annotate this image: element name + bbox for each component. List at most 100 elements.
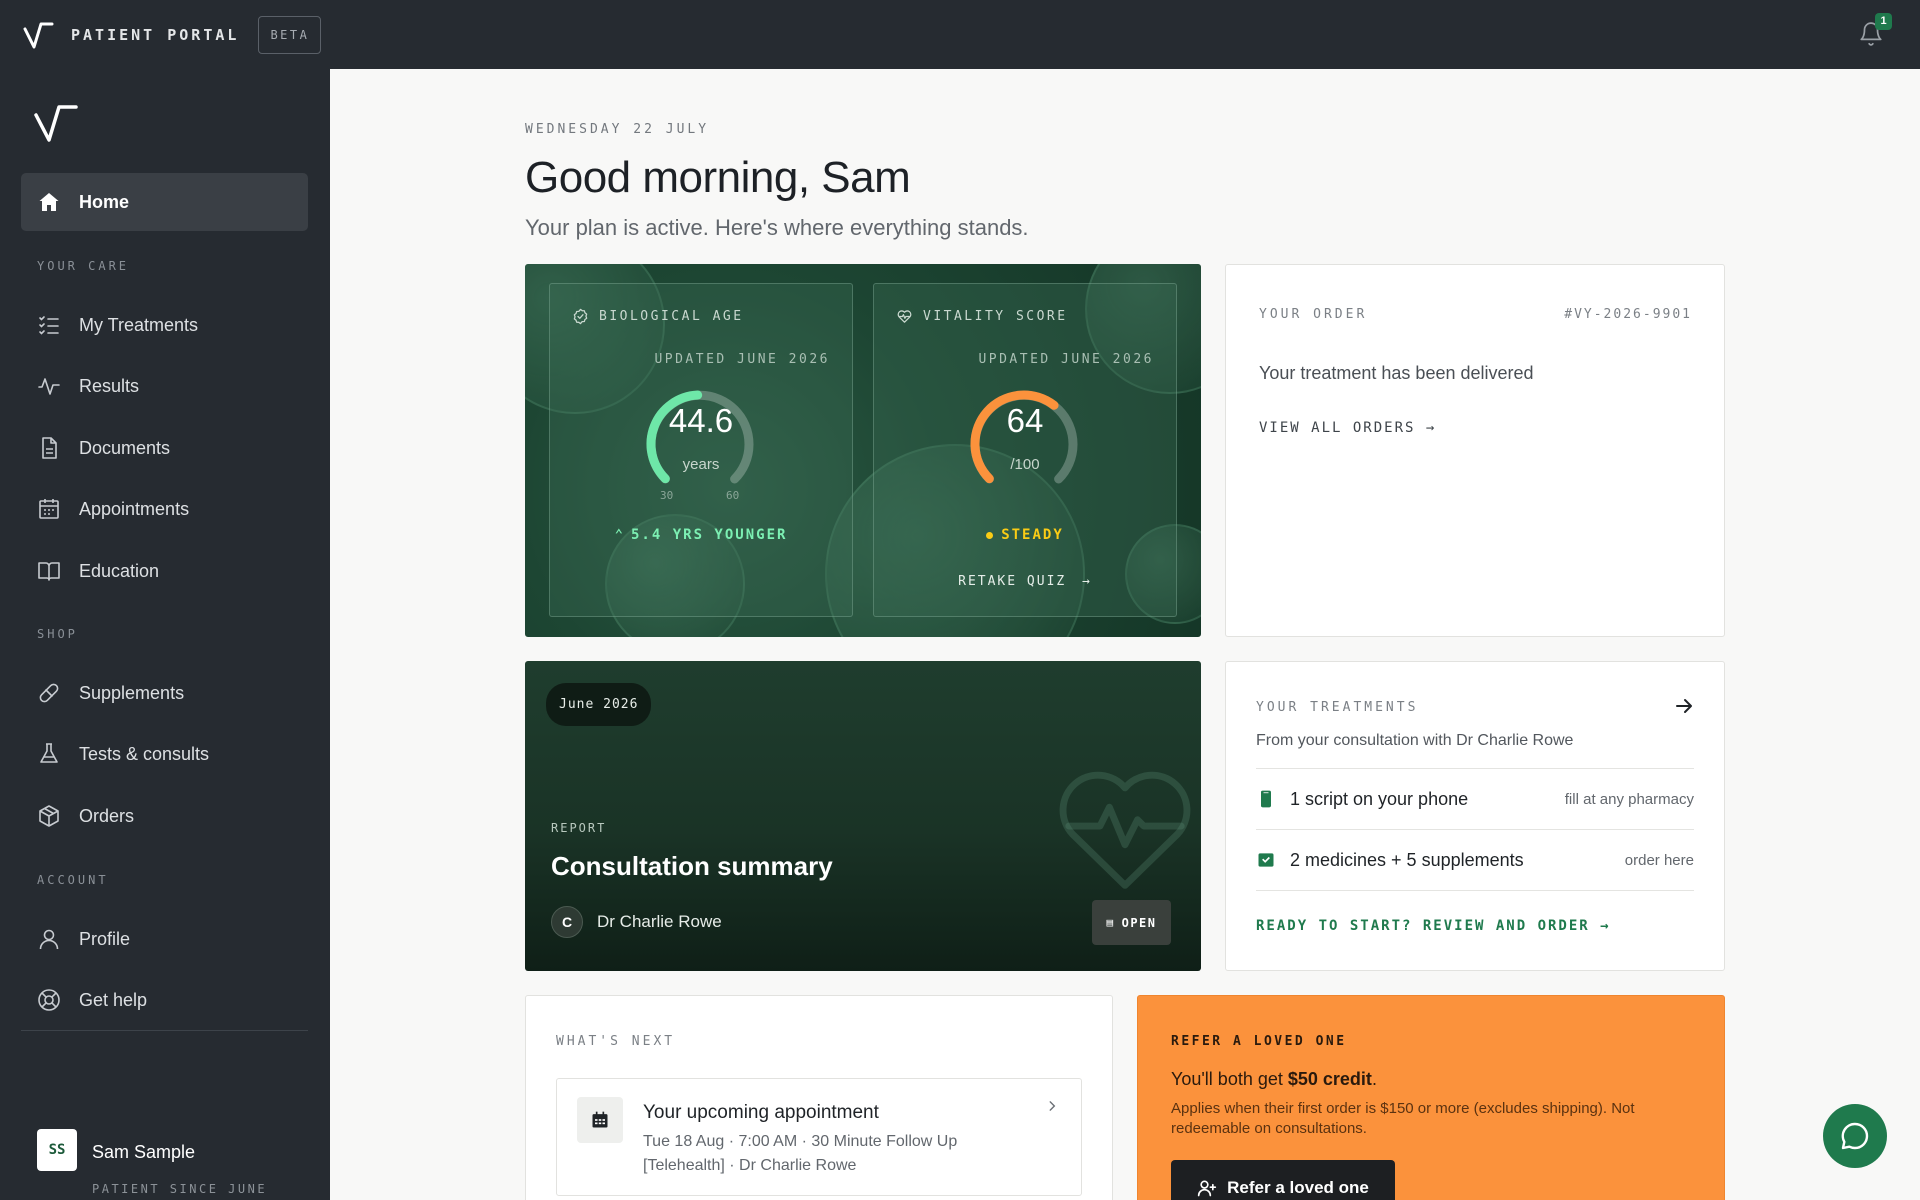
review-and-order-label: READY TO START? REVIEW AND ORDER bbox=[1256, 918, 1590, 934]
biological-age-label: BIOLOGICAL AGE bbox=[572, 308, 744, 325]
upcoming-appointment-item[interactable]: Your upcoming appointment Tue 18 Aug · 7… bbox=[556, 1078, 1082, 1196]
sidebar-item-supplements[interactable]: Supplements bbox=[21, 664, 308, 722]
chevron-right-icon bbox=[1049, 1101, 1056, 1111]
notifications-button[interactable]: 1 bbox=[1858, 13, 1892, 48]
arrow-right-icon: → bbox=[1600, 918, 1611, 934]
main-content: WEDNESDAY 22 JULY Good morning, Sam Your… bbox=[330, 69, 1920, 1200]
retake-quiz-link[interactable]: RETAKE QUIZ → bbox=[874, 574, 1176, 589]
treatment-row[interactable]: 1 script on your phone fill at any pharm… bbox=[1256, 769, 1694, 829]
user-profile-summary[interactable]: SS Sam Sample PATIENT SINCE JUNE 2026 bbox=[37, 1069, 307, 1196]
refer-offer: You'll both get $50 credit. bbox=[1171, 1069, 1377, 1090]
open-button-label: OPEN bbox=[1121, 915, 1157, 930]
whats-next-card: WHAT'S NEXT Your upcoming appointment Tu… bbox=[525, 995, 1113, 1200]
sidebar-item-label: Education bbox=[79, 560, 160, 581]
review-and-order-link[interactable]: READY TO START? REVIEW AND ORDER → bbox=[1256, 918, 1611, 934]
phone-icon bbox=[1261, 790, 1271, 808]
sidebar-item-label: Profile bbox=[79, 928, 131, 949]
sidebar-item-label: Appointments bbox=[79, 498, 190, 519]
sidebar-item-get-help[interactable]: Get help bbox=[21, 971, 308, 1029]
gauge-min-label: 30 bbox=[660, 489, 674, 502]
treatment-row[interactable]: 2 medicines + 5 supplements order here bbox=[1256, 830, 1694, 890]
page-title: Good morning, Sam bbox=[525, 153, 911, 202]
sidebar-item-documents[interactable]: Documents bbox=[21, 419, 308, 477]
updated-date: UPDATED JUNE 2026 bbox=[654, 352, 830, 367]
doctor-name: Dr Charlie Rowe bbox=[597, 912, 722, 931]
sidebar-item-label: Supplements bbox=[79, 682, 185, 703]
biological-age-panel[interactable]: BIOLOGICAL AGE UPDATED JUNE 2026 44.6 ye… bbox=[549, 283, 853, 617]
activity-icon bbox=[38, 378, 60, 395]
lifebuoy-icon bbox=[38, 989, 60, 1011]
sidebar-item-results[interactable]: Results bbox=[21, 357, 308, 415]
patient-since: PATIENT SINCE JUNE 2026 bbox=[92, 1182, 268, 1196]
sidebar-item-my-treatments[interactable]: My Treatments bbox=[21, 296, 308, 354]
section-heading-account: ACCOUNT bbox=[37, 873, 109, 887]
vitality-score-panel[interactable]: VITALITY SCORE UPDATED JUNE 2026 64 /100… bbox=[873, 283, 1177, 617]
sidebar-item-label: Results bbox=[79, 375, 140, 396]
doctor-avatar: C bbox=[551, 906, 583, 938]
your-order-card: YOUR ORDER #VY-2026-9901 Your treatment … bbox=[1225, 264, 1725, 637]
sidebar-logo-icon[interactable] bbox=[33, 102, 79, 144]
treatment-label: 1 script on your phone bbox=[1290, 788, 1469, 809]
calendar-icon bbox=[39, 499, 59, 519]
sidebar: Home YOUR CARE My Treatments Results Doc… bbox=[0, 69, 330, 1200]
section-heading-your-care: YOUR CARE bbox=[37, 259, 130, 273]
user-icon bbox=[39, 929, 59, 950]
chat-bubble-icon bbox=[1841, 1122, 1869, 1150]
sidebar-item-label: Tests & consults bbox=[79, 743, 210, 764]
list-check-icon bbox=[39, 316, 59, 335]
biological-age-unit: years bbox=[682, 456, 720, 473]
chat-support-button[interactable] bbox=[1823, 1104, 1887, 1168]
vitality-score-unit: /100 bbox=[1010, 456, 1040, 473]
order-number: #VY-2026-9901 bbox=[1564, 307, 1692, 322]
badge-check-icon bbox=[573, 308, 588, 325]
metric-label: BIOLOGICAL AGE bbox=[599, 309, 744, 324]
top-bar: PATIENT PORTAL BETA 1 bbox=[0, 0, 1920, 69]
your-treatments-card: YOUR TREATMENTS From your consultation w… bbox=[1225, 661, 1725, 971]
current-date: WEDNESDAY 22 JULY bbox=[525, 122, 710, 137]
brand-logo-icon[interactable] bbox=[23, 20, 55, 50]
file-icon: ▤ bbox=[1106, 916, 1115, 929]
vitality-status: STEADY bbox=[874, 527, 1176, 543]
treatment-label: 2 medicines + 5 supplements bbox=[1290, 849, 1524, 870]
sidebar-item-home[interactable]: Home bbox=[21, 173, 308, 231]
sidebar-item-profile[interactable]: Profile bbox=[21, 910, 308, 968]
order-caption: YOUR ORDER bbox=[1259, 307, 1368, 322]
arrow-right-icon: → bbox=[1082, 574, 1092, 589]
view-all-orders-link[interactable]: VIEW ALL ORDERS → bbox=[1259, 420, 1436, 436]
sidebar-item-orders[interactable]: Orders bbox=[21, 787, 308, 845]
refer-terms: Applies when their first order is $150 o… bbox=[1171, 1100, 1635, 1137]
report-kicker: REPORT bbox=[551, 821, 607, 835]
sidebar-item-label: Documents bbox=[79, 437, 171, 458]
sidebar-item-label: My Treatments bbox=[79, 314, 199, 335]
page-subtitle: Your plan is active. Here's where everyt… bbox=[525, 215, 1029, 240]
status-text: 5.4 YRS YOUNGER bbox=[631, 527, 788, 543]
sidebar-item-label: Orders bbox=[79, 805, 135, 826]
document-icon bbox=[42, 437, 57, 459]
avatar: SS bbox=[37, 1129, 77, 1171]
brand-name: PATIENT PORTAL bbox=[71, 25, 240, 44]
treatments-arrow-link[interactable] bbox=[1672, 694, 1696, 718]
sidebar-item-education[interactable]: Education bbox=[21, 542, 308, 600]
refer-button[interactable]: Refer a loved one bbox=[1171, 1160, 1395, 1200]
heart-pulse-watermark-icon bbox=[1059, 771, 1191, 889]
view-all-orders-label: VIEW ALL ORDERS bbox=[1259, 420, 1416, 436]
vitality-score-value: 64 bbox=[1006, 402, 1044, 439]
consultation-summary-card[interactable]: June 2026 REPORT Consultation summary C … bbox=[525, 661, 1201, 971]
sidebar-divider bbox=[21, 1030, 308, 1031]
book-icon bbox=[38, 562, 60, 581]
treatment-note: order here bbox=[1624, 851, 1694, 869]
metric-label: VITALITY SCORE bbox=[923, 309, 1068, 324]
calendar-icon bbox=[592, 1111, 608, 1128]
order-status-message: Your treatment has been delivered bbox=[1259, 363, 1534, 383]
sidebar-item-tests-consults[interactable]: Tests & consults bbox=[21, 725, 308, 783]
sidebar-item-appointments[interactable]: Appointments bbox=[21, 480, 308, 538]
report-date-badge: June 2026 bbox=[546, 683, 652, 726]
refer-offer-period: . bbox=[1371, 1069, 1377, 1089]
user-plus-icon bbox=[1197, 1180, 1217, 1197]
chevron-up-icon: ⌃ bbox=[614, 527, 625, 543]
open-report-button[interactable]: ▤ OPEN bbox=[1092, 900, 1171, 945]
sidebar-item-label: Home bbox=[79, 191, 130, 212]
pill-box-icon bbox=[1258, 853, 1274, 867]
refer-caption: REFER A LOVED ONE bbox=[1171, 1034, 1347, 1049]
beta-badge: BETA bbox=[258, 15, 322, 54]
